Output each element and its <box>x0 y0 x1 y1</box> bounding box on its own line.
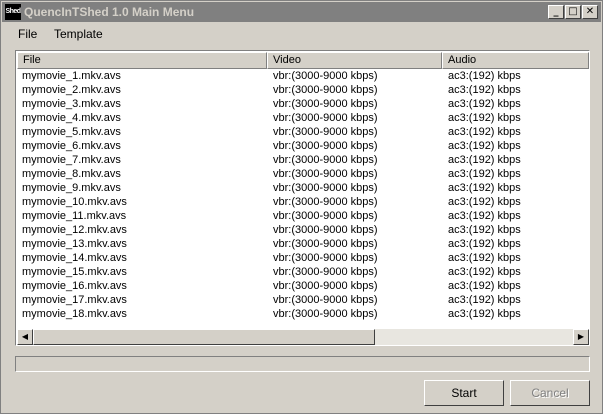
cell-video: vbr:(3000-9000 kbps) <box>273 154 378 166</box>
cell-file: mymovie_17.mkv.avs <box>22 294 127 306</box>
file-list[interactable]: File Video Audio mymovie_1.mkv.avs vbr:(3… <box>15 50 590 346</box>
cell-file: mymovie_8.mkv.avs <box>22 168 121 180</box>
table-row[interactable]: mymovie_14.mkv.avs vbr:(3000-9000 kbps) ac… <box>17 251 589 265</box>
cell-file: mymovie_14.mkv.avs <box>22 252 127 264</box>
cell-video: vbr:(3000-9000 kbps) <box>273 294 378 306</box>
table-row[interactable]: mymovie_6.mkv.avs vbr:(3000-9000 kbps) ac3… <box>17 139 589 153</box>
cell-audio: ac3:(192) kbps <box>448 266 521 278</box>
start-button[interactable]: Start <box>424 380 504 406</box>
title-bar[interactable]: Shed QuencInTShed 1.0 Main Menu _ □ ✕ <box>2 2 601 22</box>
list-rows: mymovie_1.mkv.avs vbr:(3000-9000 kbps) ac3… <box>17 69 589 329</box>
table-row[interactable]: mymovie_15.mkv.avs vbr:(3000-9000 kbps) ac… <box>17 265 589 279</box>
table-row[interactable]: mymovie_13.mkv.avs vbr:(3000-9000 kbps) ac… <box>17 237 589 251</box>
table-row[interactable]: mymovie_17.mkv.avs vbr:(3000-9000 kbps) ac… <box>17 293 589 307</box>
cell-file: mymovie_13.mkv.avs <box>22 238 127 250</box>
cell-file: mymovie_4.mkv.avs <box>22 112 121 124</box>
close-button[interactable]: ✕ <box>582 5 598 19</box>
progress-bar <box>15 356 590 372</box>
table-row[interactable]: mymovie_5.mkv.avs vbr:(3000-9000 kbps) ac3… <box>17 125 589 139</box>
cell-file: mymovie_6.mkv.avs <box>22 140 121 152</box>
table-row[interactable]: mymovie_3.mkv.avs vbr:(3000-9000 kbps) ac3… <box>17 97 589 111</box>
table-row[interactable]: mymovie_9.mkv.avs vbr:(3000-9000 kbps) ac3… <box>17 181 589 195</box>
scroll-left-icon[interactable]: ◀ <box>17 329 33 345</box>
menu-bar: File Template <box>2 23 601 45</box>
cell-audio: ac3:(192) kbps <box>448 84 521 96</box>
cell-file: mymovie_1.mkv.avs <box>22 70 121 82</box>
table-row[interactable]: mymovie_12.mkv.avs vbr:(3000-9000 kbps) ac… <box>17 223 589 237</box>
table-row[interactable]: mymovie_8.mkv.avs vbr:(3000-9000 kbps) ac3… <box>17 167 589 181</box>
cell-video: vbr:(3000-9000 kbps) <box>273 196 378 208</box>
scroll-right-icon[interactable]: ▶ <box>573 329 589 345</box>
cell-video: vbr:(3000-9000 kbps) <box>273 182 378 194</box>
main-window: Shed QuencInTShed 1.0 Main Menu _ □ ✕ Fi… <box>0 0 603 414</box>
cell-file: mymovie_15.mkv.avs <box>22 266 127 278</box>
column-header-file[interactable]: File <box>17 52 267 69</box>
table-row[interactable]: mymovie_16.mkv.avs vbr:(3000-9000 kbps) ac… <box>17 279 589 293</box>
cell-audio: ac3:(192) kbps <box>448 280 521 292</box>
cell-video: vbr:(3000-9000 kbps) <box>273 238 378 250</box>
cell-audio: ac3:(192) kbps <box>448 126 521 138</box>
cell-file: mymovie_10.mkv.avs <box>22 196 127 208</box>
cell-audio: ac3:(192) kbps <box>448 294 521 306</box>
table-row[interactable]: mymovie_4.mkv.avs vbr:(3000-9000 kbps) ac3… <box>17 111 589 125</box>
cell-video: vbr:(3000-9000 kbps) <box>273 140 378 152</box>
cell-audio: ac3:(192) kbps <box>448 252 521 264</box>
minimize-button[interactable]: _ <box>548 5 564 19</box>
cell-video: vbr:(3000-9000 kbps) <box>273 224 378 236</box>
table-row[interactable]: mymovie_1.mkv.avs vbr:(3000-9000 kbps) ac3… <box>17 69 589 83</box>
cell-file: mymovie_3.mkv.avs <box>22 98 121 110</box>
cell-video: vbr:(3000-9000 kbps) <box>273 98 378 110</box>
cell-video: vbr:(3000-9000 kbps) <box>273 126 378 138</box>
cell-video: vbr:(3000-9000 kbps) <box>273 308 378 320</box>
cell-audio: ac3:(192) kbps <box>448 182 521 194</box>
cell-audio: ac3:(192) kbps <box>448 70 521 82</box>
table-row[interactable]: mymovie_11.mkv.avs vbr:(3000-9000 kbps) ac… <box>17 209 589 223</box>
cell-file: mymovie_9.mkv.avs <box>22 182 121 194</box>
table-row[interactable]: mymovie_18.mkv.avs vbr:(3000-9000 kbps) ac… <box>17 307 589 321</box>
cell-video: vbr:(3000-9000 kbps) <box>273 112 378 124</box>
scroll-thumb[interactable] <box>33 329 375 345</box>
table-row[interactable]: mymovie_7.mkv.avs vbr:(3000-9000 kbps) ac3… <box>17 153 589 167</box>
cell-audio: ac3:(192) kbps <box>448 98 521 110</box>
horizontal-scrollbar[interactable]: ◀ ▶ <box>17 329 589 345</box>
cell-file: mymovie_7.mkv.avs <box>22 154 121 166</box>
cell-video: vbr:(3000-9000 kbps) <box>273 168 378 180</box>
table-row[interactable]: mymovie_2.mkv.avs vbr:(3000-9000 kbps) ac3… <box>17 83 589 97</box>
cell-video: vbr:(3000-9000 kbps) <box>273 70 378 82</box>
cell-audio: ac3:(192) kbps <box>448 168 521 180</box>
cell-file: mymovie_18.mkv.avs <box>22 308 127 320</box>
cell-video: vbr:(3000-9000 kbps) <box>273 266 378 278</box>
cell-file: mymovie_12.mkv.avs <box>22 224 127 236</box>
list-header: File Video Audio <box>17 52 589 69</box>
cell-video: vbr:(3000-9000 kbps) <box>273 280 378 292</box>
cell-video: vbr:(3000-9000 kbps) <box>273 252 378 264</box>
app-icon: Shed <box>5 4 21 20</box>
cell-file: mymovie_5.mkv.avs <box>22 126 121 138</box>
cell-audio: ac3:(192) kbps <box>448 154 521 166</box>
cell-audio: ac3:(192) kbps <box>448 308 521 320</box>
cell-audio: ac3:(192) kbps <box>448 196 521 208</box>
cell-audio: ac3:(192) kbps <box>448 238 521 250</box>
menu-file[interactable]: File <box>18 27 37 41</box>
cell-audio: ac3:(192) kbps <box>448 140 521 152</box>
cell-video: vbr:(3000-9000 kbps) <box>273 210 378 222</box>
menu-template[interactable]: Template <box>54 27 103 41</box>
cell-audio: ac3:(192) kbps <box>448 210 521 222</box>
cell-video: vbr:(3000-9000 kbps) <box>273 84 378 96</box>
maximize-button[interactable]: □ <box>565 5 581 19</box>
column-header-video[interactable]: Video <box>267 52 442 69</box>
cell-file: mymovie_16.mkv.avs <box>22 280 127 292</box>
cancel-button[interactable]: Cancel <box>510 380 590 406</box>
cell-file: mymovie_11.mkv.avs <box>22 210 127 222</box>
table-row[interactable]: mymovie_10.mkv.avs vbr:(3000-9000 kbps) ac… <box>17 195 589 209</box>
column-header-audio[interactable]: Audio <box>442 52 589 69</box>
cell-audio: ac3:(192) kbps <box>448 112 521 124</box>
window-title: QuencInTShed 1.0 Main Menu <box>24 5 195 19</box>
cell-file: mymovie_2.mkv.avs <box>22 84 121 96</box>
cell-audio: ac3:(192) kbps <box>448 224 521 236</box>
